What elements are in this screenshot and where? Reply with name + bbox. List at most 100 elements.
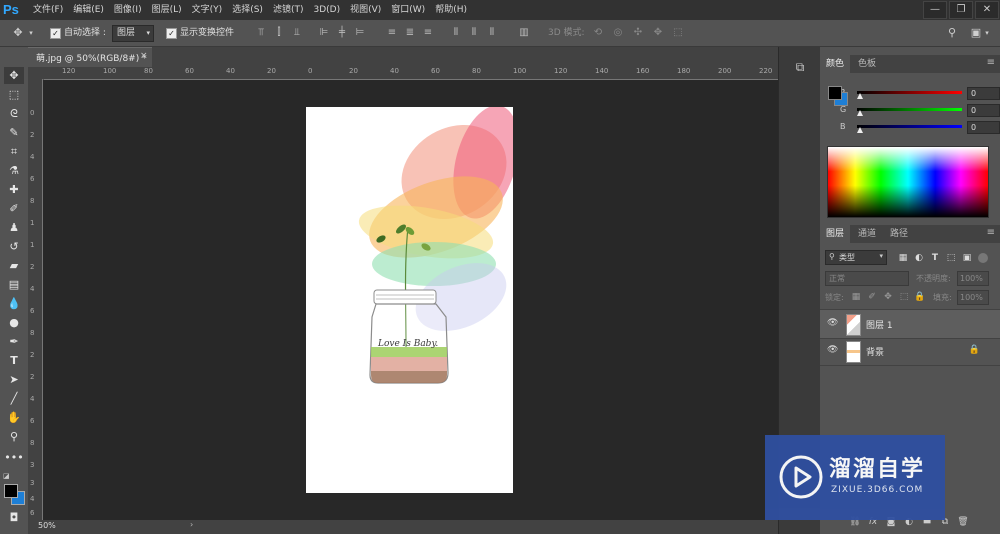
search-icon[interactable]: ⚲ [944, 25, 960, 41]
layer-row[interactable]: 👁 图层 1 [820, 309, 1000, 339]
auto-select-dropdown[interactable]: 图层 ▾ [112, 25, 154, 42]
zoom-tool-icon[interactable]: ⚲ [4, 428, 24, 445]
eyedropper-tool-icon[interactable]: ⚗ [4, 162, 24, 179]
dodge-tool-icon[interactable]: ● [4, 314, 24, 331]
slider-track-r[interactable] [857, 91, 962, 94]
properties-panel-icon[interactable]: ⧉ [792, 60, 808, 76]
distribute-vcenter-icon[interactable]: ≣ [404, 26, 416, 40]
distribute-hcenter-icon[interactable]: ⦀ [468, 26, 480, 40]
channel-value-r[interactable]: 0 [967, 87, 1000, 100]
filter-type-icon[interactable]: T [929, 252, 941, 264]
slider-track-b[interactable] [857, 125, 962, 128]
color-foreground-swatch[interactable] [828, 86, 842, 100]
show-transform-checkbox[interactable]: ✓ [166, 28, 177, 39]
default-colors-icon[interactable]: ◪ [3, 472, 11, 480]
hand-tool-icon[interactable]: ✋ [4, 409, 24, 426]
lasso-tool-icon[interactable]: ᘓ [4, 105, 24, 122]
filter-smart-object-icon[interactable]: ▣ [961, 252, 973, 264]
crop-tool-icon[interactable]: ⌗ [4, 143, 24, 160]
auto-select-checkbox[interactable]: ✓ [50, 28, 61, 39]
distribute-bottom-icon[interactable]: ≡ [422, 26, 434, 40]
restore-button[interactable]: ❐ [949, 1, 973, 19]
3d-roll-icon[interactable]: ◎ [612, 26, 624, 40]
tab-layers[interactable]: 图层 [820, 225, 851, 243]
foreground-color-swatch[interactable] [4, 484, 18, 498]
menu-layer[interactable]: 图层(L) [147, 0, 187, 20]
menu-view[interactable]: 视图(V) [345, 0, 386, 20]
marquee-tool-icon[interactable]: ⬚ [4, 86, 24, 103]
filter-toggle-icon[interactable] [978, 253, 988, 263]
align-left-icon[interactable]: ⊫ [318, 26, 330, 40]
filter-adjustment-icon[interactable]: ◐ [913, 252, 925, 264]
quick-mask-icon[interactable]: ◘ [4, 509, 24, 526]
channel-value-g[interactable]: 0 [967, 104, 1000, 117]
distribute-right-icon[interactable]: ⦀ [486, 26, 498, 40]
pen-tool-icon[interactable]: ✒ [4, 333, 24, 350]
close-icon[interactable]: × [140, 51, 148, 61]
channel-value-b[interactable]: 0 [967, 121, 1000, 134]
menu-window[interactable]: 窗口(W) [386, 0, 430, 20]
clone-stamp-tool-icon[interactable]: ♟ [4, 219, 24, 236]
menu-select[interactable]: 选择(S) [227, 0, 268, 20]
move-tool-icon[interactable]: ✥ [10, 25, 26, 41]
distribute-left-icon[interactable]: ⦀ [450, 26, 462, 40]
lock-position-icon[interactable]: ✥ [882, 291, 894, 303]
lock-artboard-icon[interactable]: ⬚ [898, 291, 910, 303]
lock-icon[interactable]: 🔒 [969, 345, 980, 355]
panel-menu-icon[interactable]: ≡ [987, 227, 995, 238]
gradient-tool-icon[interactable]: ▤ [4, 276, 24, 293]
filter-shape-icon[interactable]: ⬚ [945, 252, 957, 264]
align-hcenter-icon[interactable]: ╪ [336, 26, 348, 40]
blend-mode-dropdown[interactable]: 正常 [825, 271, 909, 286]
move-tool-icon[interactable]: ✥ [4, 67, 24, 84]
menu-edit[interactable]: 编辑(E) [68, 0, 109, 20]
document-tab[interactable]: 萌.jpg @ 50%(RGB/8#) * × [28, 47, 152, 68]
layer-name[interactable]: 图层 1 [866, 318, 893, 331]
menu-filter[interactable]: 滤镜(T) [268, 0, 309, 20]
menu-help[interactable]: 帮助(H) [430, 0, 472, 20]
blur-tool-icon[interactable]: 💧 [4, 295, 24, 312]
line-tool-icon[interactable]: ╱ [4, 390, 24, 407]
layer-name[interactable]: 背景 [866, 345, 884, 358]
minimize-button[interactable]: — [923, 1, 947, 19]
slider-thumb[interactable] [857, 110, 863, 116]
tab-channels[interactable]: 通道 [852, 225, 882, 243]
distribute-top-icon[interactable]: ≡ [386, 26, 398, 40]
eye-icon[interactable]: 👁 [827, 318, 838, 328]
quick-select-tool-icon[interactable]: ✎ [4, 124, 24, 141]
eraser-tool-icon[interactable]: ▰ [4, 257, 24, 274]
menu-image[interactable]: 图像(I) [109, 0, 147, 20]
align-top-icon[interactable]: ⫪ [255, 26, 267, 40]
menu-file[interactable]: 文件(F) [28, 0, 68, 20]
lock-transparent-icon[interactable]: ▦ [850, 291, 862, 303]
3d-orbit-icon[interactable]: ⟲ [592, 26, 604, 40]
panel-menu-icon[interactable]: ≡ [987, 57, 995, 68]
3d-slide-icon[interactable]: ✥ [652, 26, 664, 40]
document-canvas[interactable]: Love Is Baby. [306, 107, 513, 493]
3d-pan-icon[interactable]: ✣ [632, 26, 644, 40]
type-tool-icon[interactable]: T [4, 352, 24, 369]
auto-align-icon[interactable]: ▥ [518, 26, 530, 40]
menu-3d[interactable]: 3D(D) [308, 0, 345, 20]
filter-pixel-icon[interactable]: ▦ [897, 252, 909, 264]
close-window-button[interactable]: ✕ [975, 1, 999, 19]
align-bottom-icon[interactable]: ⫫ [291, 26, 303, 40]
scroll-right-icon[interactable]: › [190, 520, 193, 529]
history-brush-tool-icon[interactable]: ↺ [4, 238, 24, 255]
chevron-down-icon[interactable]: ▾ [982, 25, 992, 41]
path-selection-tool-icon[interactable]: ➤ [4, 371, 24, 388]
menu-type[interactable]: 文字(Y) [187, 0, 228, 20]
lock-all-icon[interactable]: 🔒 [914, 291, 926, 303]
lock-image-icon[interactable]: ✐ [866, 291, 878, 303]
fill-field[interactable]: 100% [957, 290, 989, 305]
slider-track-g[interactable] [857, 108, 962, 111]
tab-paths[interactable]: 路径 [884, 225, 914, 243]
layer-filter-dropdown[interactable]: ⚲ 类型 ▾ [825, 250, 887, 265]
layer-row[interactable]: 👁 背景 🔒 [820, 337, 1000, 366]
align-right-icon[interactable]: ⊨ [354, 26, 366, 40]
zoom-level[interactable]: 50% [38, 521, 56, 530]
tab-swatches[interactable]: 色板 [852, 55, 882, 73]
opacity-field[interactable]: 100% [957, 271, 989, 286]
more-tools-icon[interactable]: ••• [4, 449, 24, 466]
chevron-down-icon[interactable]: ▾ [26, 25, 36, 41]
